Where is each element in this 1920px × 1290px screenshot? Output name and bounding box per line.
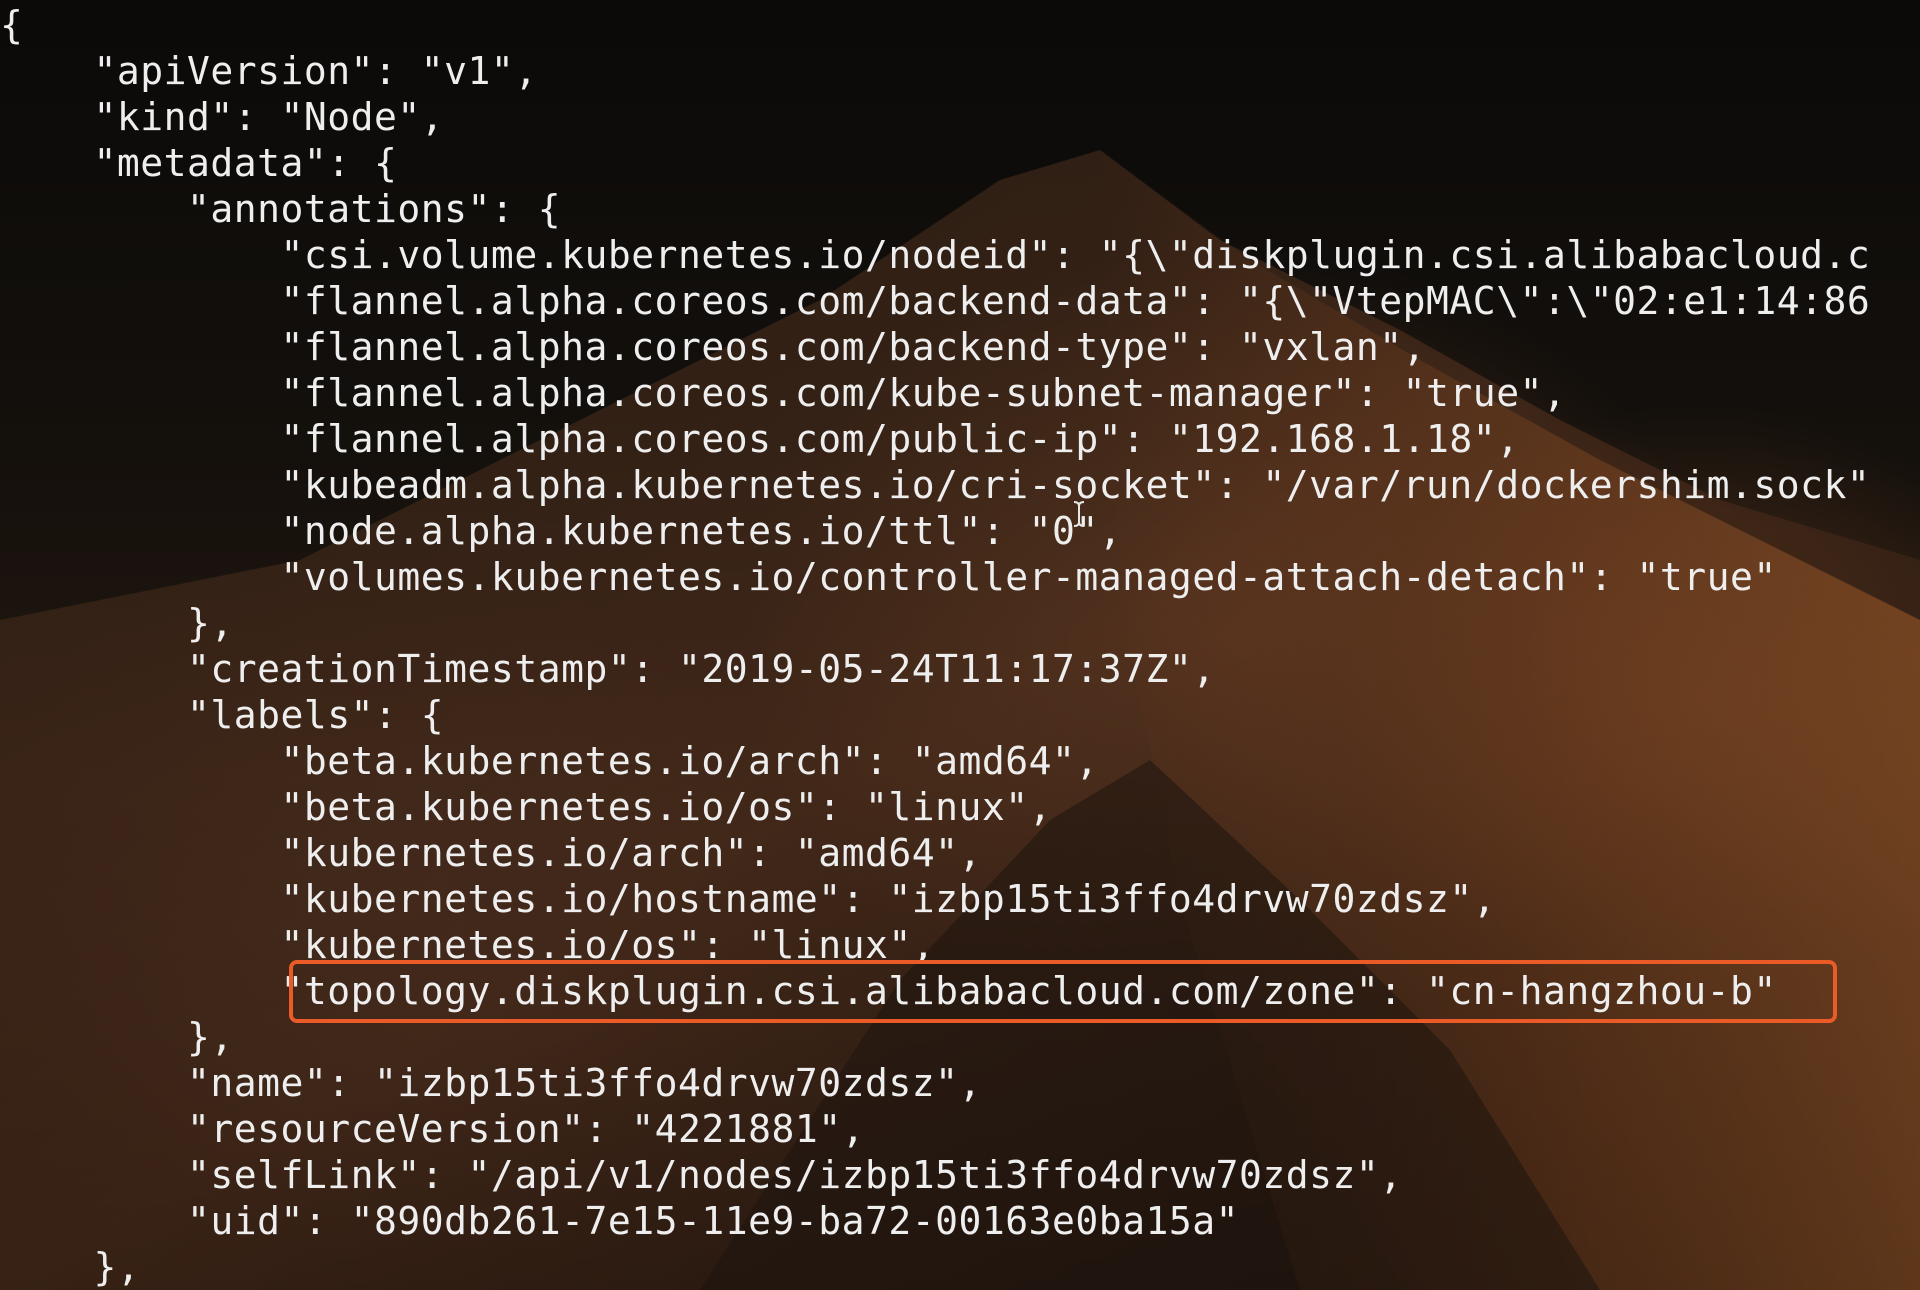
code-line: "name": "izbp15ti3ffo4drvw70zdsz",	[0, 1061, 982, 1105]
code-line: },	[0, 1245, 141, 1289]
code-line: "flannel.alpha.coreos.com/backend-data":…	[0, 279, 1871, 323]
code-line: "kubeadm.alpha.kubernetes.io/cri-socket"…	[0, 463, 1871, 507]
terminal-window[interactable]: { "apiVersion": "v1", "kind": "Node", "m…	[0, 0, 1920, 1290]
code-line: "kubernetes.io/arch": "amd64",	[0, 831, 982, 875]
json-output[interactable]: { "apiVersion": "v1", "kind": "Node", "m…	[0, 0, 1920, 1290]
code-line: "kind": "Node",	[0, 95, 445, 139]
code-line: "csi.volume.kubernetes.io/nodeid": "{\"d…	[0, 233, 1871, 277]
code-line: "beta.kubernetes.io/os": "linux",	[0, 785, 1053, 829]
code-line: "node.alpha.kubernetes.io/ttl": "0",	[0, 509, 1123, 553]
code-line: "resourceVersion": "4221881",	[0, 1107, 865, 1151]
code-line: },	[0, 601, 234, 645]
code-line: "labels": {	[0, 693, 445, 737]
code-line: "selfLink": "/api/v1/nodes/izbp15ti3ffo4…	[0, 1153, 1403, 1197]
code-line: "beta.kubernetes.io/arch": "amd64",	[0, 739, 1099, 783]
code-line: "flannel.alpha.coreos.com/kube-subnet-ma…	[0, 371, 1567, 415]
text-cursor-icon	[1073, 501, 1085, 527]
code-line: "metadata": {	[0, 141, 398, 185]
code-line: "creationTimestamp": "2019-05-24T11:17:3…	[0, 647, 1216, 691]
code-line: "kubernetes.io/hostname": "izbp15ti3ffo4…	[0, 877, 1497, 921]
code-line: "uid": "890db261-7e15-11e9-ba72-00163e0b…	[0, 1199, 1240, 1243]
code-line: "flannel.alpha.coreos.com/public-ip": "1…	[0, 417, 1520, 461]
code-line: "apiVersion": "v1",	[0, 49, 538, 93]
code-line: {	[0, 3, 24, 47]
code-line: "flannel.alpha.coreos.com/backend-type":…	[0, 325, 1427, 369]
code-line: "annotations": {	[0, 187, 562, 231]
code-line: },	[0, 1015, 234, 1059]
zone-label-highlight-box	[289, 960, 1837, 1023]
code-line: "volumes.kubernetes.io/controller-manage…	[0, 555, 1777, 599]
